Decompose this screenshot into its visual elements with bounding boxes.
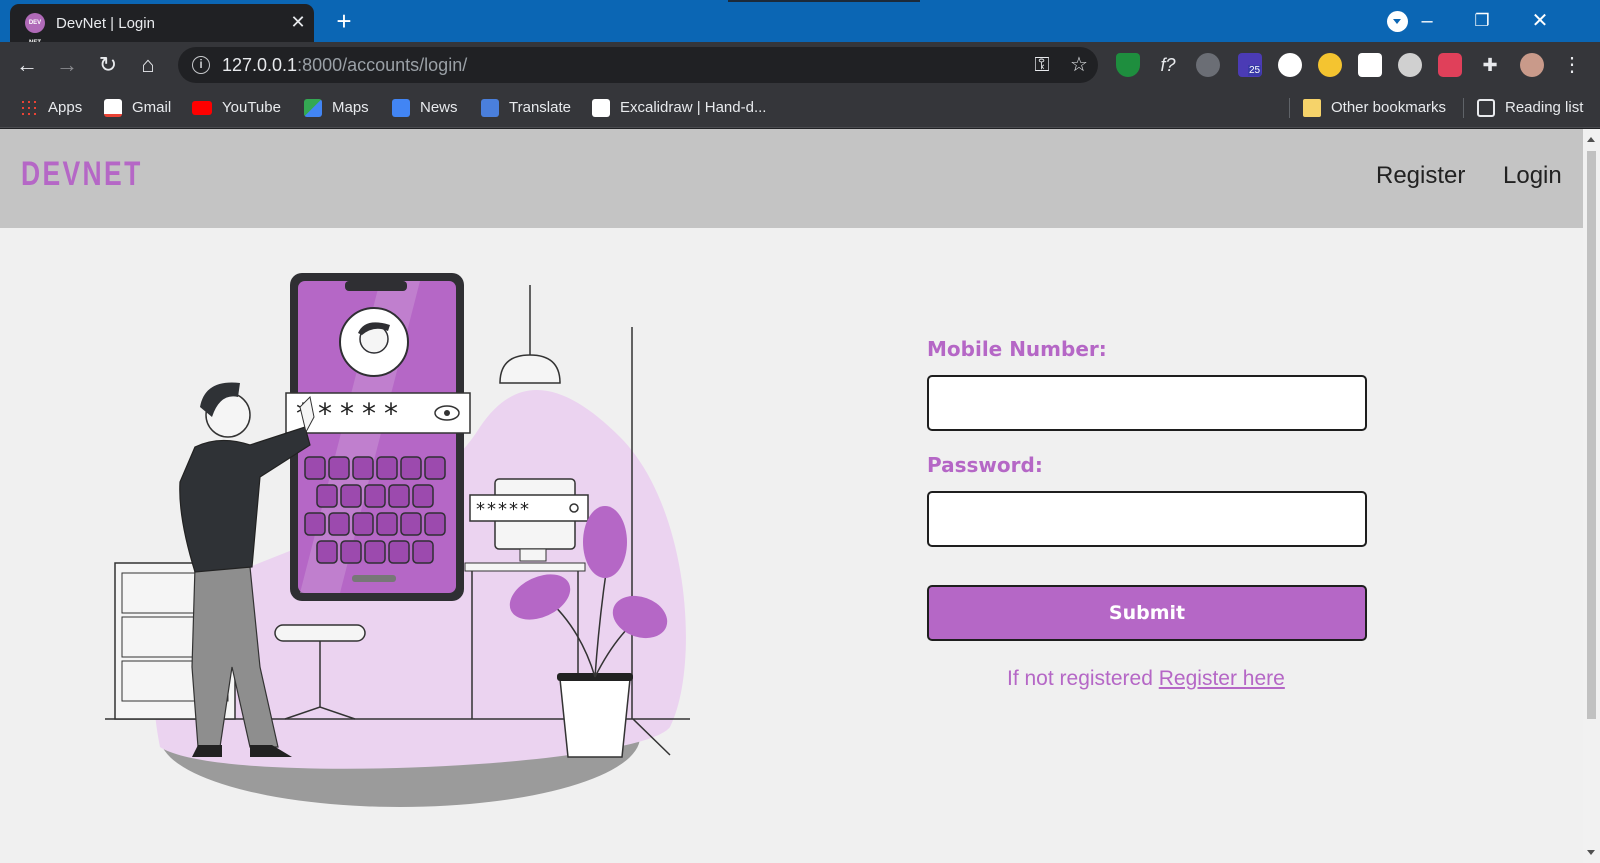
home-button[interactable]: ⌂ [134, 51, 162, 79]
plant-pot-icon [559, 678, 631, 758]
menu-kebab-icon[interactable]: ⋮ [1560, 53, 1584, 77]
translate-icon [481, 99, 499, 117]
page-scrollbar[interactable] [1583, 129, 1600, 863]
minimize-button[interactable]: – [1412, 6, 1442, 36]
gmail-icon [104, 99, 122, 117]
reload-button[interactable]: ↻ [94, 51, 122, 79]
close-window-button[interactable]: ✕ [1525, 6, 1555, 36]
glasses-extension-icon[interactable] [1196, 53, 1220, 77]
tab-close-icon[interactable]: ✕ [288, 12, 308, 32]
bookmark-excalidraw[interactable]: Excalidraw | Hand-d... [592, 97, 766, 119]
nav-login-link[interactable]: Login [1503, 162, 1562, 190]
plant-leaf [583, 506, 627, 578]
register-prompt: If not registered Register here [1007, 667, 1285, 691]
palette-extension-icon[interactable] [1398, 53, 1422, 77]
login-form: Mobile Number: Password: [927, 337, 1367, 547]
tab-search-button[interactable] [1387, 11, 1408, 32]
bookmark-news[interactable]: News [392, 97, 458, 119]
bookmark-separator [1463, 98, 1464, 118]
page-content: DEVNET Register Login ***** ***** Mobile… [0, 129, 1583, 863]
new-tab-button[interactable]: + [332, 8, 356, 34]
address-bar[interactable]: i 127.0.0.1:8000/accounts/login/ ⚿ ☆ [178, 47, 1098, 83]
pen-extension-icon[interactable] [1318, 53, 1342, 77]
apps-grid-icon [20, 99, 38, 117]
nav-register-link[interactable]: Register [1376, 162, 1465, 190]
mobile-number-label: Mobile Number: [927, 337, 1107, 361]
password-key-icon[interactable]: ⚿ [1030, 53, 1054, 77]
tab-strip: DEV NET DevNet | Login ✕ + – ❐ ✕ [0, 0, 1600, 46]
reading-list-icon [1477, 99, 1495, 117]
tab-title: DevNet | Login [56, 15, 155, 32]
youtube-icon [192, 101, 212, 115]
scroll-down-icon[interactable] [1587, 850, 1595, 855]
scroll-up-icon[interactable] [1587, 137, 1595, 142]
news-icon [392, 99, 410, 117]
extensions-puzzle-icon[interactable]: ✚ [1478, 53, 1502, 77]
register-prompt-text: If not registered [1007, 667, 1153, 690]
reading-list[interactable]: Reading list [1477, 97, 1583, 119]
cookie-extension-icon[interactable] [1278, 53, 1302, 77]
tab-favicon-icon: DEV NET [25, 13, 45, 46]
password-input[interactable] [927, 491, 1367, 547]
tab-strip-accent [728, 0, 920, 2]
mobile-number-input[interactable] [927, 375, 1367, 431]
maps-icon [304, 99, 322, 117]
tomato-extension-icon[interactable] [1438, 53, 1462, 77]
submit-button[interactable]: Submit [927, 585, 1367, 641]
bookmark-star-icon[interactable]: ☆ [1067, 53, 1091, 77]
excalidraw-icon [592, 99, 610, 117]
forward-button[interactable]: → [53, 51, 81, 79]
back-button[interactable]: ← [13, 51, 41, 79]
bookmark-youtube[interactable]: YouTube [192, 97, 281, 119]
scroll-thumb[interactable] [1587, 151, 1596, 719]
folder-icon [1303, 99, 1321, 117]
bookmark-other[interactable]: Other bookmarks [1303, 97, 1446, 119]
register-here-link[interactable]: Register here [1159, 667, 1285, 690]
site-navbar: DEVNET Register Login [0, 129, 1583, 228]
restore-button[interactable]: ❐ [1467, 6, 1497, 36]
bookmark-maps[interactable]: Maps [304, 97, 369, 119]
bookmarks-bar: Apps Gmail YouTube Maps News Translate E… [0, 88, 1600, 128]
bookmark-separator [1289, 98, 1290, 118]
shield-extension-icon[interactable] [1116, 53, 1140, 77]
password-label: Password: [927, 453, 1043, 477]
url-text[interactable]: 127.0.0.1:8000/accounts/login/ [222, 55, 467, 76]
active-tab[interactable]: DEV NET DevNet | Login ✕ [10, 4, 314, 46]
site-info-icon[interactable]: i [192, 56, 210, 74]
monitor-password-text: ***** [476, 499, 531, 520]
login-illustration: ***** ***** [105, 273, 690, 807]
hat-extension-icon[interactable]: 25 [1238, 53, 1262, 77]
profile-avatar[interactable] [1520, 53, 1544, 77]
notion-extension-icon[interactable] [1358, 53, 1382, 77]
extension-badge: 25 [1248, 65, 1262, 76]
function-extension-icon[interactable]: f? [1156, 53, 1180, 77]
lamp-icon [499, 354, 561, 384]
browser-toolbar: ← → ↻ ⌂ i 127.0.0.1:8000/accounts/login/… [0, 42, 1600, 88]
bookmark-apps[interactable]: Apps [20, 97, 82, 119]
brand-logo[interactable]: DEVNET [21, 155, 143, 194]
bookmark-translate[interactable]: Translate [481, 97, 571, 119]
bookmark-gmail[interactable]: Gmail [104, 97, 171, 119]
